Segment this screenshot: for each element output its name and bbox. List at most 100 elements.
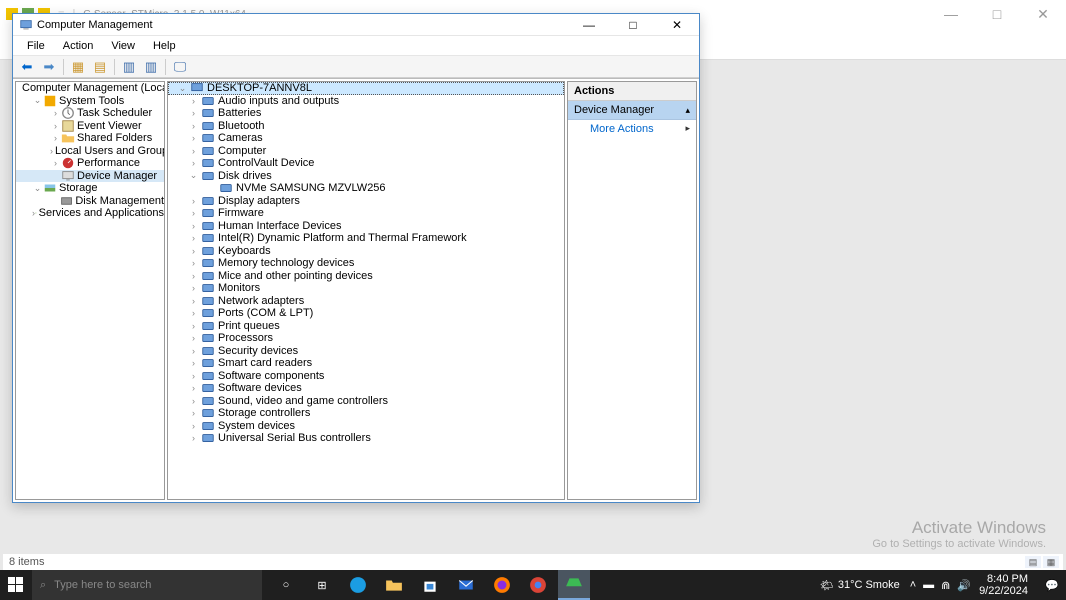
expand-icon[interactable]: ›: [188, 333, 199, 344]
expand-icon[interactable]: ›: [188, 270, 199, 281]
device-category[interactable]: ›Bluetooth: [168, 120, 564, 133]
expand-icon[interactable]: ›: [188, 345, 199, 356]
expand-icon[interactable]: ›: [188, 158, 199, 169]
taskbar-weather[interactable]: 🌤 31°C Smoke: [820, 579, 900, 592]
expand-icon[interactable]: ›: [188, 245, 199, 256]
expand-icon[interactable]: ›: [188, 258, 199, 269]
start-button[interactable]: [0, 570, 32, 600]
menu-file[interactable]: File: [27, 40, 45, 52]
device-category[interactable]: ›Universal Serial Bus controllers: [168, 432, 564, 445]
show-hidden-icons[interactable]: ˄: [910, 579, 916, 592]
actions-more-actions[interactable]: More Actions: [568, 120, 696, 138]
taskbar-drive[interactable]: [558, 570, 590, 600]
action-center-button[interactable]: 💬: [1038, 570, 1066, 600]
actions-group-device-manager[interactable]: Device Manager ▴: [568, 101, 696, 120]
expand-icon[interactable]: ›: [188, 220, 199, 231]
expand-icon[interactable]: ›: [188, 358, 199, 369]
help-button[interactable]: ▥: [119, 58, 139, 76]
device-manager-pane[interactable]: ⌄ DESKTOP-7ANNV8L ›Audio inputs and outp…: [167, 81, 565, 500]
volume-icon[interactable]: 🔊: [957, 579, 971, 592]
menu-action[interactable]: Action: [63, 40, 94, 52]
close-button[interactable]: ✕: [655, 14, 699, 36]
battery-icon[interactable]: ▬: [923, 579, 934, 592]
expand-icon[interactable]: ›: [188, 145, 199, 156]
expand-icon[interactable]: ›: [188, 283, 199, 294]
taskbar-clock[interactable]: 8:40 PM 9/22/2024: [979, 573, 1028, 597]
taskbar-chrome[interactable]: [522, 570, 554, 600]
tree-system-tools[interactable]: ⌄ System Tools: [16, 95, 164, 108]
taskbar-store[interactable]: [414, 570, 446, 600]
window-titlebar[interactable]: Computer Management — □ ✕: [13, 14, 699, 36]
taskbar-edge[interactable]: [342, 570, 374, 600]
device-category[interactable]: ›Batteries: [168, 107, 564, 120]
expand-icon[interactable]: ›: [188, 433, 199, 444]
expand-icon[interactable]: ⌄: [32, 183, 43, 194]
menu-view[interactable]: View: [111, 40, 135, 52]
cortana-button[interactable]: ○: [270, 570, 302, 600]
taskbar-firefox[interactable]: [486, 570, 518, 600]
minimize-button[interactable]: —: [928, 0, 974, 28]
device-category[interactable]: ›Keyboards: [168, 245, 564, 258]
device-category[interactable]: ›Sound, video and game controllers: [168, 395, 564, 408]
show-hide-tree-button[interactable]: ▦: [68, 58, 88, 76]
expand-icon[interactable]: ›: [188, 233, 199, 244]
tree-task-scheduler[interactable]: › Task Scheduler: [16, 107, 164, 120]
device-category[interactable]: ›Smart card readers: [168, 357, 564, 370]
device-category[interactable]: ⌄Disk drives: [168, 170, 564, 183]
collapse-icon[interactable]: ⌄: [177, 83, 188, 94]
device-category[interactable]: ›Display adapters: [168, 195, 564, 208]
tree-device-manager[interactable]: Device Manager: [16, 170, 164, 183]
forward-button[interactable]: ➡: [39, 58, 59, 76]
device-category[interactable]: ›Monitors: [168, 282, 564, 295]
expand-icon[interactable]: ›: [50, 158, 61, 169]
details-view-button[interactable]: ▤: [1025, 556, 1041, 568]
expand-icon[interactable]: ⌄: [188, 170, 199, 181]
device-category[interactable]: ›Memory technology devices: [168, 257, 564, 270]
device-category[interactable]: ›Storage controllers: [168, 407, 564, 420]
maximize-button[interactable]: □: [611, 14, 655, 36]
device-category[interactable]: ›Software components: [168, 370, 564, 383]
expand-icon[interactable]: ›: [188, 195, 199, 206]
navigation-tree[interactable]: Computer Management (Local) ⌄ ⌄ System T…: [15, 81, 165, 500]
expand-icon[interactable]: ›: [50, 133, 61, 144]
expand-icon[interactable]: ›: [50, 108, 61, 119]
large-icons-view-button[interactable]: ▦: [1043, 556, 1059, 568]
device-category[interactable]: ›Audio inputs and outputs: [168, 95, 564, 108]
refresh-button[interactable]: ▥: [141, 58, 161, 76]
device-category[interactable]: ›Firmware: [168, 207, 564, 220]
menu-help[interactable]: Help: [153, 40, 176, 52]
device-category[interactable]: ›ControlVault Device: [168, 157, 564, 170]
device-category[interactable]: ›Intel(R) Dynamic Platform and Thermal F…: [168, 232, 564, 245]
device-category[interactable]: ›Ports (COM & LPT): [168, 307, 564, 320]
expand-icon[interactable]: ›: [188, 295, 199, 306]
device-category[interactable]: ›Software devices: [168, 382, 564, 395]
wifi-icon[interactable]: ⋒: [941, 579, 950, 592]
device-category[interactable]: ›Network adapters: [168, 295, 564, 308]
device-category[interactable]: ›Computer: [168, 145, 564, 158]
expand-icon[interactable]: ›: [188, 120, 199, 131]
device-category[interactable]: ›Processors: [168, 332, 564, 345]
expand-icon[interactable]: ›: [188, 420, 199, 431]
back-button[interactable]: ⬅: [17, 58, 37, 76]
device-category[interactable]: ›Print queues: [168, 320, 564, 333]
expand-icon[interactable]: ›: [50, 145, 53, 156]
expand-icon[interactable]: ›: [188, 208, 199, 219]
expand-icon[interactable]: ›: [188, 133, 199, 144]
task-view-button[interactable]: ⊞: [306, 570, 338, 600]
tree-event-viewer[interactable]: › Event Viewer: [16, 120, 164, 133]
expand-icon[interactable]: ›: [188, 408, 199, 419]
expand-icon[interactable]: ›: [188, 95, 199, 106]
expand-icon[interactable]: ›: [188, 370, 199, 381]
expand-icon[interactable]: ›: [188, 383, 199, 394]
maximize-button[interactable]: □: [974, 0, 1020, 28]
device-root[interactable]: ⌄ DESKTOP-7ANNV8L: [168, 82, 564, 95]
taskbar-mail[interactable]: [450, 570, 482, 600]
close-button[interactable]: ✕: [1020, 0, 1066, 28]
device-category[interactable]: NVMe SAMSUNG MZVLW256: [168, 182, 564, 195]
expand-icon[interactable]: ›: [188, 308, 199, 319]
taskbar-explorer[interactable]: [378, 570, 410, 600]
device-category[interactable]: ›System devices: [168, 420, 564, 433]
device-category[interactable]: ›Cameras: [168, 132, 564, 145]
tree-services[interactable]: › Services and Applications: [16, 207, 164, 220]
tree-root[interactable]: Computer Management (Local) ⌄: [16, 82, 164, 95]
